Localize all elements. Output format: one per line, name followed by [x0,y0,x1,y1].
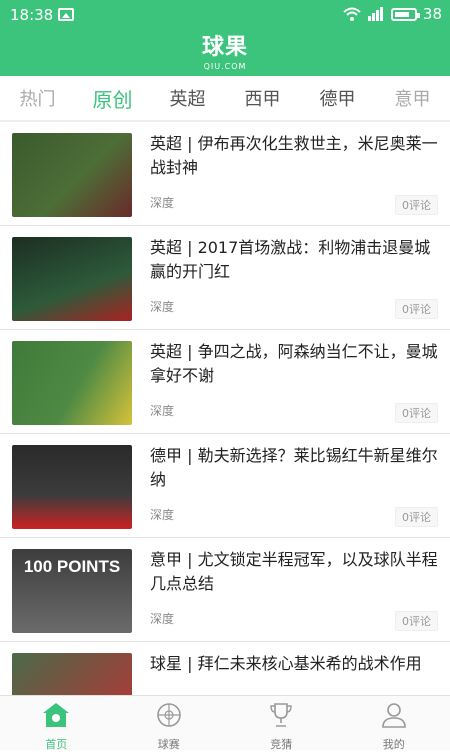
tab-hot[interactable]: 热门 [0,85,75,111]
category-tabs: 热门 原创 英超 西甲 德甲 意甲 [0,76,450,120]
article-item[interactable]: 德甲 | 勒夫新选择？莱比锡红牛新星维尔纳 深度 0评论 [0,434,450,538]
app-logo: 球果 [0,30,450,62]
tab-premier-league[interactable]: 英超 [150,85,225,111]
article-title[interactable]: 英超 | 2017首场激战：利物浦击退曼城赢的开门红 [150,236,438,284]
article-item[interactable]: 球星 | 拜仁未来核心基米希的战术作用 [0,642,450,695]
tab-bundesliga[interactable]: 德甲 [300,85,375,111]
article-title[interactable]: 英超 | 伊布再次化生救世主，米尼奥莱一战封神 [150,132,438,180]
comment-count[interactable]: 0评论 [395,299,438,319]
tab-la-liga[interactable]: 西甲 [225,85,300,111]
article-title[interactable]: 德甲 | 勒夫新选择？莱比锡红牛新星维尔纳 [150,444,438,492]
nav-home[interactable]: 首页 [0,696,113,750]
tab-original[interactable]: 原创 [75,84,150,113]
ball-icon [154,701,184,729]
comment-count[interactable]: 0评论 [395,195,438,215]
battery-icon [391,8,417,21]
user-icon [379,701,409,729]
article-tag: 深度 [150,194,174,211]
signal-icon [367,7,385,21]
image-notification-icon [58,8,74,21]
nav-quiz[interactable]: 竞猜 [225,696,338,750]
trophy-icon [266,701,296,729]
tab-serie-a[interactable]: 意甲 [375,85,450,111]
article-tag: 深度 [150,610,174,627]
article-thumbnail[interactable] [12,237,132,321]
article-thumbnail[interactable] [12,653,132,695]
app-logo-sub: QIU.COM [0,62,450,72]
article-feed[interactable]: 英超 | 伊布再次化生救世主，米尼奥莱一战封神 深度 0评论 英超 | 2017… [0,122,450,695]
article-title[interactable]: 球星 | 拜仁未来核心基米希的战术作用 [150,652,438,676]
article-item[interactable]: 英超 | 2017首场激战：利物浦击退曼城赢的开门红 深度 0评论 [0,226,450,330]
article-title[interactable]: 意甲 | 尤文锁定半程冠军，以及球队半程几点总结 [150,548,438,596]
article-thumbnail[interactable]: 100 POINTS [12,549,132,633]
home-icon [41,701,71,729]
nav-profile[interactable]: 我的 [338,696,450,750]
status-time: 18:38 [10,6,53,24]
article-tag: 深度 [150,402,174,419]
article-thumbnail[interactable] [12,445,132,529]
article-tag: 深度 [150,506,174,523]
app-header: 球果 QIU.COM [0,30,450,76]
thumbnail-caption: 100 POINTS [24,557,120,577]
article-item[interactable]: 100 POINTS 意甲 | 尤文锁定半程冠军，以及球队半程几点总结 深度 0… [0,538,450,642]
article-tag: 深度 [150,298,174,315]
article-item[interactable]: 英超 | 争四之战，阿森纳当仁不让，曼城拿好不谢 深度 0评论 [0,330,450,434]
comment-count[interactable]: 0评论 [395,611,438,631]
battery-level: 38 [423,5,442,23]
comment-count[interactable]: 0评论 [395,403,438,423]
bottom-navigation: 首页 球赛 竞猜 我的 [0,695,450,750]
article-thumbnail[interactable] [12,341,132,425]
article-thumbnail[interactable] [12,133,132,217]
wifi-icon [343,7,361,21]
article-item[interactable]: 英超 | 伊布再次化生救世主，米尼奥莱一战封神 深度 0评论 [0,122,450,226]
status-bar: 18:38 38 [0,0,450,30]
article-title[interactable]: 英超 | 争四之战，阿森纳当仁不让，曼城拿好不谢 [150,340,438,388]
comment-count[interactable]: 0评论 [395,507,438,527]
nav-matches[interactable]: 球赛 [113,696,226,750]
